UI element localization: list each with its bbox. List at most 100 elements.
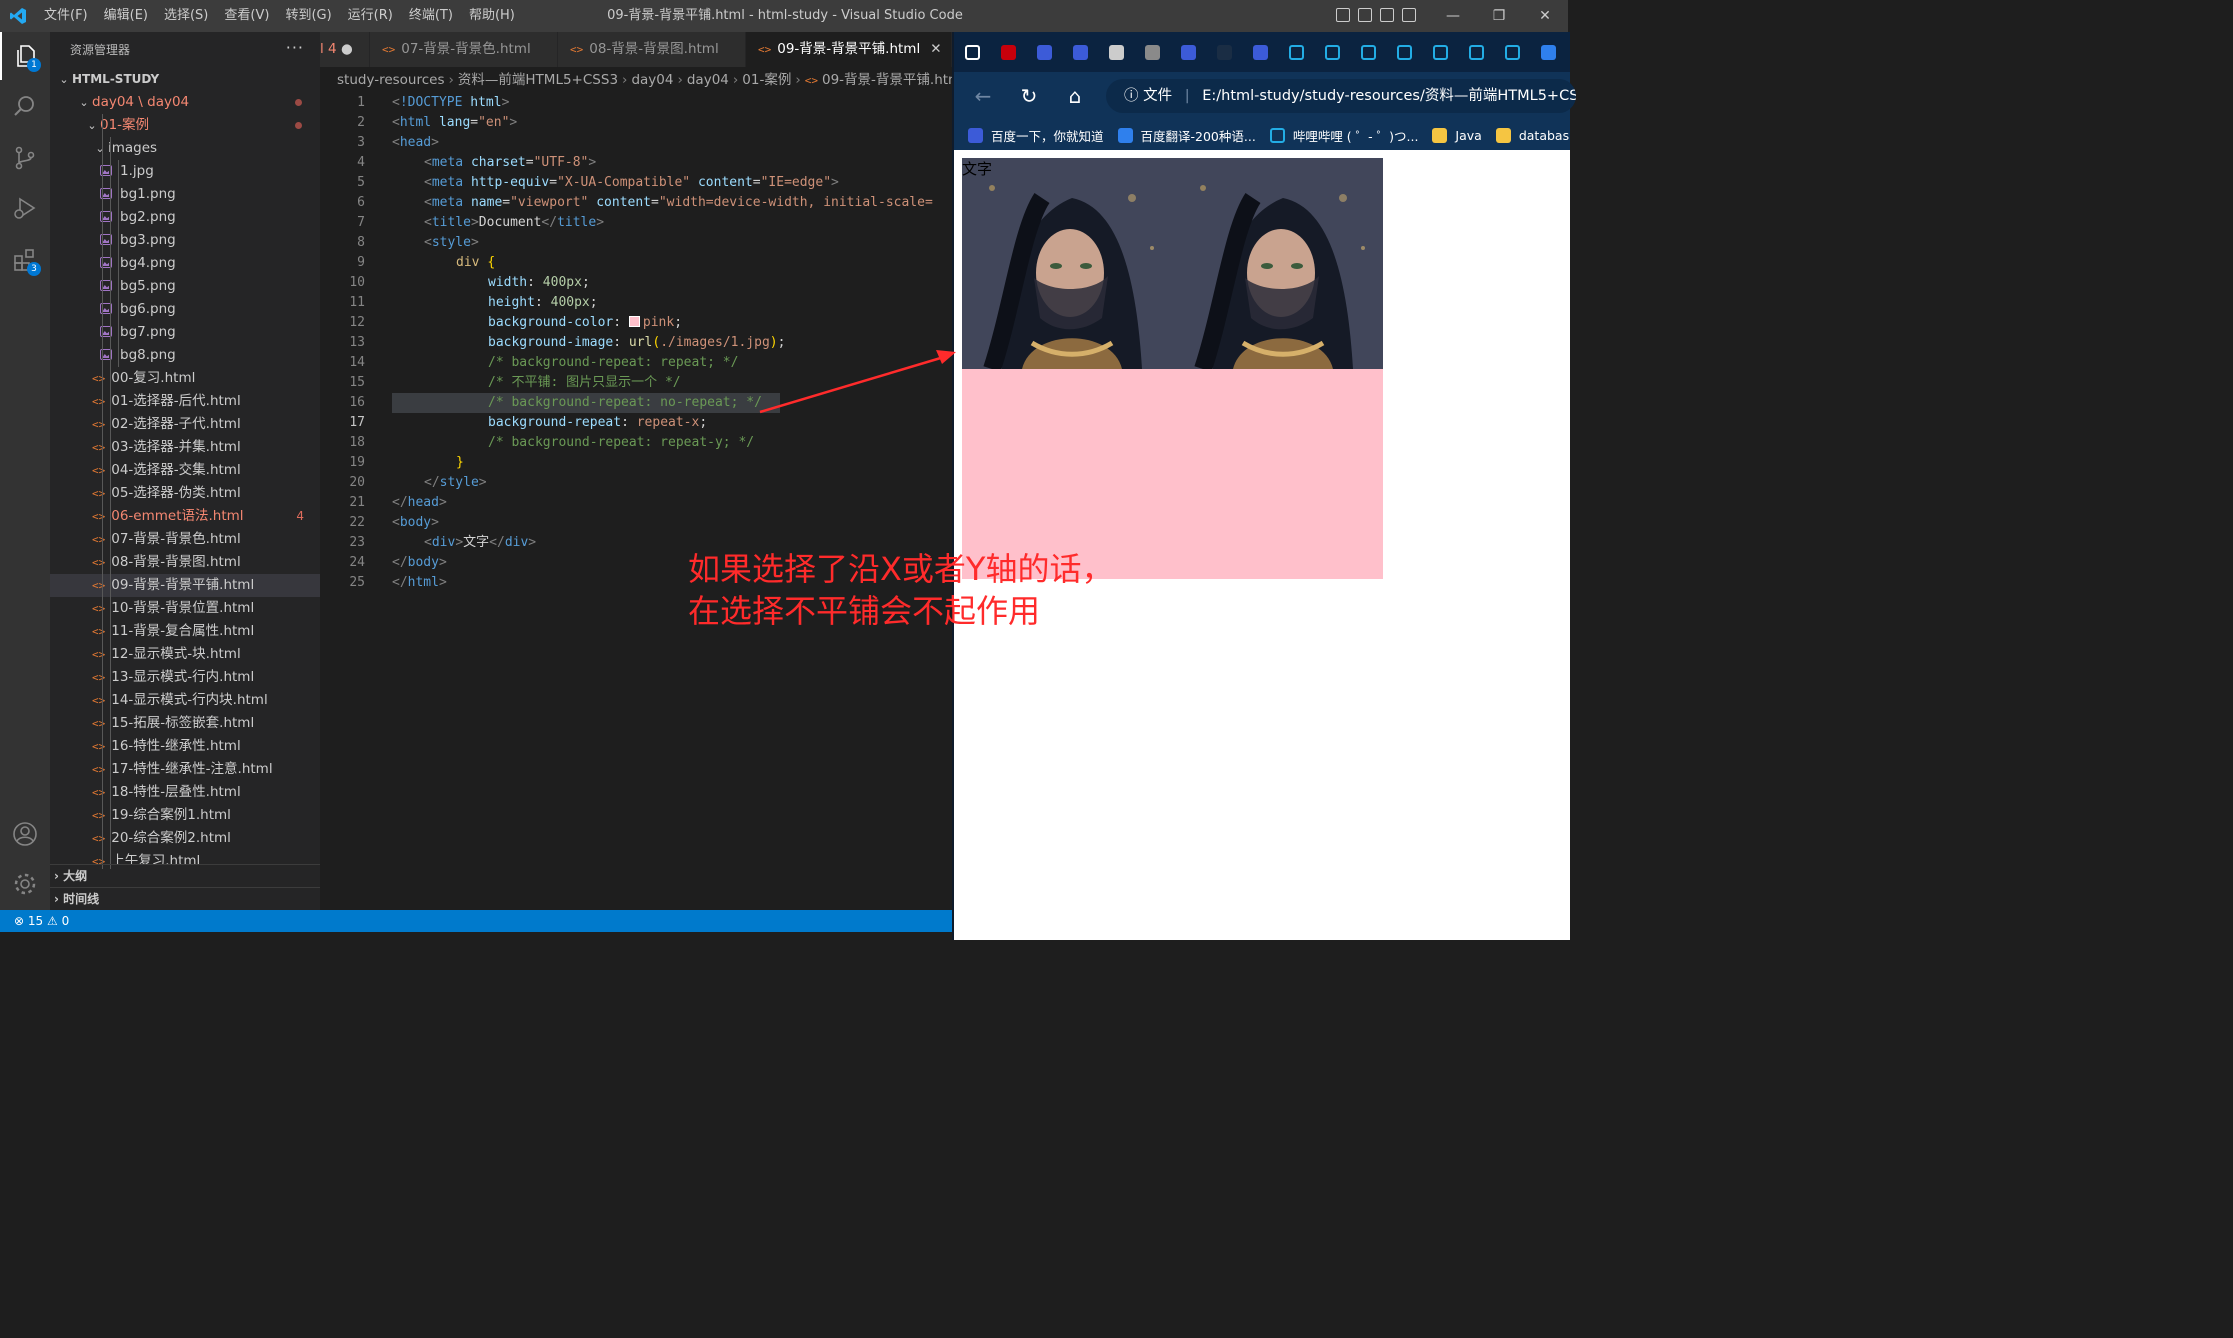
problems-indicator[interactable]: ⊗ 15 ⚠ 0 [14, 914, 69, 928]
folder-cases[interactable]: ⌄ 01-案例 [50, 114, 320, 137]
bookmark-java[interactable]: Java [1432, 127, 1482, 143]
browser-tab[interactable] [1350, 39, 1386, 65]
browser-tab[interactable] [1494, 39, 1530, 65]
image-file-item[interactable]: bg3.png [50, 229, 320, 252]
image-file-item[interactable]: bg5.png [50, 275, 320, 298]
explorer-icon[interactable]: 1 [0, 32, 50, 80]
html-file-item[interactable]: <> 19-综合案例1.html [50, 804, 320, 827]
site-info-icon[interactable]: ⓘ [1124, 88, 1139, 104]
browser-tab[interactable] [1098, 39, 1134, 65]
accounts-icon[interactable] [0, 810, 50, 858]
extensions-icon[interactable]: 3 [0, 236, 50, 284]
html-file-item[interactable]: <> 15-拓展-标签嵌套.html [50, 712, 320, 735]
run-debug-icon[interactable] [0, 184, 50, 232]
back-icon[interactable]: ← [960, 84, 1006, 108]
html-file-item[interactable]: <> 05-选择器-伪类.html [50, 482, 320, 505]
html-file-item[interactable]: <> 上午复习.html [50, 850, 320, 864]
browser-tab[interactable] [1242, 39, 1278, 65]
settings-gear-icon[interactable] [0, 860, 50, 908]
minimize-button[interactable]: — [1430, 8, 1476, 24]
browser-tab[interactable] [1026, 39, 1062, 65]
color-swatch-icon[interactable] [628, 316, 640, 327]
html-file-item[interactable]: <> 03-选择器-并集.html [50, 436, 320, 459]
html-file-item[interactable]: <> 17-特性-继承性-注意.html [50, 758, 320, 781]
html-file-item[interactable]: <> 10-背景-背景位置.html [50, 597, 320, 620]
html-file-item[interactable]: <> 02-选择器-子代.html [50, 413, 320, 436]
html-file-item[interactable]: <> 08-背景-背景图.html [50, 551, 320, 574]
close-window-button[interactable]: ✕ [1522, 8, 1568, 24]
timeline-panel[interactable]: › 时间线 [50, 887, 320, 910]
browser-tab[interactable] [1062, 39, 1098, 65]
html-file-item[interactable]: <> 14-显示模式-行内块.html [50, 689, 320, 712]
menu-file[interactable]: 文件(F) [36, 0, 96, 32]
html-file-item[interactable]: <> 01-选择器-后代.html [50, 390, 320, 413]
html-file-item[interactable]: <> 11-背景-复合属性.html [50, 620, 320, 643]
bookmark-baidu[interactable]: 百度一下，你就知道 [968, 126, 1104, 145]
html-file-item[interactable]: <> 12-显示模式-块.html [50, 643, 320, 666]
browser-tab[interactable] [1170, 39, 1206, 65]
image-file-item[interactable]: 1.jpg [50, 160, 320, 183]
toggle-panel-icon[interactable] [1358, 8, 1372, 22]
html-file-item[interactable]: <> 18-特性-层叠性.html [50, 781, 320, 804]
browser-tab[interactable] [1278, 39, 1314, 65]
tab-07-background-color[interactable]: <> 07-背景-背景色.html [370, 32, 558, 67]
tab-actions-icon[interactable] [954, 39, 990, 65]
tab-08-background-image[interactable]: <> 08-背景-背景图.html [558, 32, 746, 67]
image-file-item[interactable]: bg6.png [50, 298, 320, 321]
restore-button[interactable]: ❐ [1476, 8, 1522, 24]
browser-tab[interactable] [1530, 39, 1566, 65]
html-file-item[interactable]: <> 00-复习.html [50, 367, 320, 390]
toggle-secondary-sidebar-icon[interactable] [1380, 8, 1394, 22]
breadcrumb-item[interactable]: 09-背景-背景平铺.html [822, 72, 952, 88]
image-file-item[interactable]: bg2.png [50, 206, 320, 229]
browser-tab[interactable] [1314, 39, 1350, 65]
browser-tab[interactable] [1386, 39, 1422, 65]
more-actions-icon[interactable]: ··· [286, 38, 304, 57]
menu-view[interactable]: 查看(V) [216, 0, 277, 32]
menu-go[interactable]: 转到(G) [277, 0, 339, 32]
tab-09-background-repeat[interactable]: <> 09-背景-背景平铺.html ✕ [746, 32, 952, 67]
browser-tab[interactable] [1458, 39, 1494, 65]
html-file-item[interactable]: <> 16-特性-继承性.html [50, 735, 320, 758]
toggle-sidebar-icon[interactable] [1336, 8, 1350, 22]
html-file-item[interactable]: <> 07-背景-背景色.html [50, 528, 320, 551]
menu-selection[interactable]: 选择(S) [156, 0, 216, 32]
menu-run[interactable]: 运行(R) [340, 0, 401, 32]
menu-terminal[interactable]: 终端(T) [401, 0, 461, 32]
image-file-item[interactable]: bg8.png [50, 344, 320, 367]
breadcrumb-item[interactable]: day04 [631, 72, 673, 88]
bookmark-bilibili[interactable]: 哔哩哔哩 ( ゜- ゜)つ... [1269, 126, 1418, 145]
browser-tab[interactable] [1206, 39, 1242, 65]
bookmark-database[interactable]: databas [1495, 127, 1569, 143]
folder-day04[interactable]: ⌄ day04 \ day04 [50, 91, 320, 114]
image-file-item[interactable]: bg4.png [50, 252, 320, 275]
refresh-icon[interactable]: ↻ [1006, 84, 1052, 108]
tab-partial[interactable]: l 4 ● [320, 32, 370, 67]
browser-tab[interactable] [1134, 39, 1170, 65]
breadcrumb-item[interactable]: 资料—前端HTML5+CSS3 [458, 72, 618, 88]
home-icon[interactable]: ⌂ [1052, 84, 1098, 108]
workspace-root[interactable]: ⌄ HTML-STUDY [50, 68, 320, 91]
close-tab-icon[interactable]: ✕ [930, 41, 941, 57]
menu-help[interactable]: 帮助(H) [461, 0, 523, 32]
image-file-item[interactable]: bg7.png [50, 321, 320, 344]
breadcrumb-item[interactable]: study-resources [337, 72, 445, 88]
source-control-icon[interactable] [0, 134, 50, 182]
image-file-item[interactable]: bg1.png [50, 183, 320, 206]
html-file-item[interactable]: <> 06-emmet语法.html 4 [50, 505, 320, 528]
browser-tab[interactable] [990, 39, 1026, 65]
customize-layout-icon[interactable] [1402, 8, 1416, 22]
address-bar[interactable]: ⓘ 文件 | E:/html-study/study-resources/资料—… [1106, 79, 1576, 113]
folder-images[interactable]: ⌄ images [50, 137, 320, 160]
html-file-item[interactable]: <> 04-选择器-交集.html [50, 459, 320, 482]
bookmark-baidu-translate[interactable]: 百度翻译-200种语... [1117, 126, 1256, 145]
search-icon[interactable] [0, 82, 50, 130]
code-editor[interactable]: 1 2 3 4 5 6 7 8 9 10 11 12 13 14 15 16 17 18 19 20 21 22 23 24 2… [320, 93, 952, 910]
browser-tab[interactable] [1422, 39, 1458, 65]
outline-panel[interactable]: › 大纲 [50, 864, 320, 887]
menu-edit[interactable]: 编辑(E) [96, 0, 156, 32]
html-file-item[interactable]: <> 13-显示模式-行内.html [50, 666, 320, 689]
html-file-item[interactable]: <> 20-综合案例2.html [50, 827, 320, 850]
breadcrumb-item[interactable]: day04 [687, 72, 729, 88]
html-file-item[interactable]: <> 09-背景-背景平铺.html [50, 574, 320, 597]
